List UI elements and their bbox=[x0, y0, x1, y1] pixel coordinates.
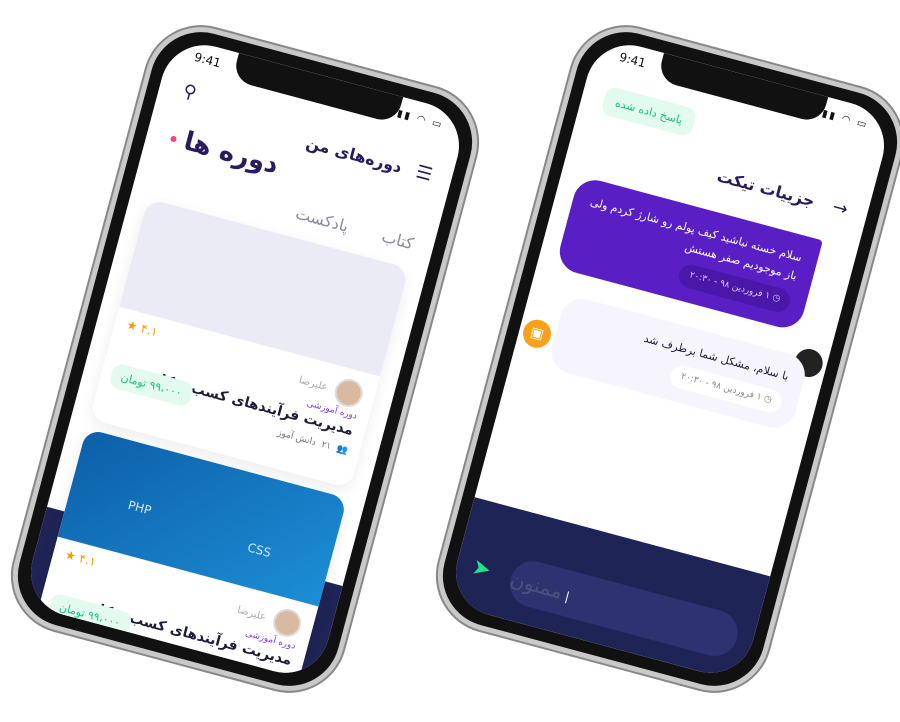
answered-status-badge: پاسخ داده شده bbox=[600, 85, 698, 138]
header-title: دوره‌های من bbox=[304, 132, 405, 177]
phone-my-courses: 9:41 ▮▮ ◠ ▭ ⚲ ☰ دوره‌های من دوره ها کتاب… bbox=[0, 14, 490, 704]
screen: 9:41 ▮▮ ◠ ▭ ⚲ ☰ دوره‌های من دوره ها کتاب… bbox=[21, 35, 469, 683]
notch bbox=[231, 53, 404, 125]
star-icon: ★ bbox=[63, 547, 78, 564]
tab-books[interactable]: کتاب bbox=[380, 227, 416, 254]
composer-bar: ➤ ممنون | bbox=[446, 497, 771, 683]
dot-icon bbox=[169, 134, 178, 143]
star-icon: ★ bbox=[125, 317, 140, 334]
css-label: CSS bbox=[245, 540, 273, 561]
status-time: 9:41 bbox=[617, 49, 648, 71]
users-icon: 👥 bbox=[273, 673, 288, 683]
screen: 9:41 ▮▮ ◠ ▭ پاسخ داده شده → جزییات تیکت … bbox=[446, 35, 894, 683]
phone-ticket-details: 9:41 ▮▮ ◠ ▭ پاسخ داده شده → جزییات تیکت … bbox=[425, 14, 900, 704]
php-label: PHP bbox=[126, 498, 153, 518]
header-title: جزییات تیکت bbox=[714, 166, 817, 211]
message-input[interactable]: ممنون | bbox=[504, 556, 743, 662]
users-icon: 👥 bbox=[335, 443, 349, 457]
clock-icon: ◷ bbox=[762, 393, 774, 406]
status-time: 9:41 bbox=[192, 49, 223, 71]
signal-wifi-battery-icon: ▮▮ ◠ ▭ bbox=[395, 108, 445, 132]
support-bot-icon: ▣ bbox=[519, 316, 555, 351]
signal-wifi-battery-icon: ▮▮ ◠ ▭ bbox=[820, 108, 870, 132]
clock-icon: ◷ bbox=[771, 292, 782, 305]
tab-podcast[interactable]: پادکست bbox=[294, 204, 351, 236]
stage: 9:41 ▮▮ ◠ ▭ ⚲ ☰ دوره‌های من دوره ها کتاب… bbox=[0, 0, 900, 722]
menu-icon[interactable]: ☰ bbox=[414, 161, 435, 185]
send-icon[interactable]: ➤ bbox=[469, 554, 493, 583]
back-arrow-icon[interactable]: → bbox=[830, 196, 850, 220]
